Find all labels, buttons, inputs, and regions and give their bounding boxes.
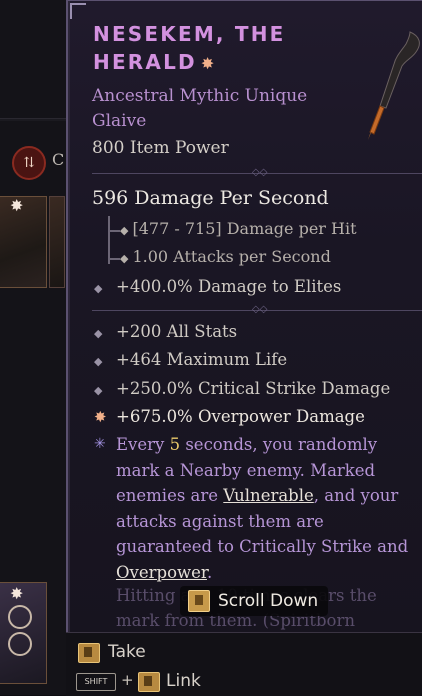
- damage-per-second: 596 Damage Per Second: [92, 187, 329, 209]
- tooltip-corner-ornament: [70, 3, 86, 19]
- keyword-overpower[interactable]: Overpower: [116, 563, 207, 582]
- item-title: Nesekem, the Herald ✸: [93, 20, 353, 78]
- mouse-key-icon: [188, 590, 210, 612]
- mythic-star-icon: ✸: [10, 584, 24, 603]
- link-key-icon: [138, 672, 160, 692]
- item-rarity: Ancestral Mythic Unique Glaive: [92, 84, 307, 134]
- unique-power-icon: ✳: [94, 436, 106, 452]
- affix-text: +250.0% Critical Strike Damage: [116, 379, 391, 398]
- weapon-swap-icon[interactable]: ⇅: [12, 146, 46, 180]
- affix-text: +200 All Stats: [116, 322, 238, 341]
- link-action[interactable]: Link: [166, 671, 201, 691]
- legendary-affix-text: +675.0% Overpower Damage: [116, 407, 365, 426]
- divider-ornament: ◇◇: [252, 304, 268, 315]
- unique-power: ✳ Every 5 seconds, you randomly mark a N…: [94, 432, 422, 585]
- affix-line: ◆ +464 Maximum Life: [94, 350, 287, 369]
- stat-tree-branch: [108, 230, 120, 232]
- ring-icon: [8, 632, 32, 656]
- unique-power-text: Every 5 seconds, you randomly mark a Nea…: [94, 432, 422, 585]
- affix-bullet-icon: ◆: [94, 327, 103, 340]
- attacks-per-second-text: 1.00 Attacks per Second: [132, 247, 331, 266]
- rarity-line: Ancestral Mythic Unique: [92, 86, 308, 106]
- scroll-down-hint[interactable]: Scroll Down: [180, 586, 329, 616]
- affix-line: ◆ +200 All Stats: [94, 322, 237, 341]
- unique-text-part: .: [206, 562, 213, 582]
- inventory-slot[interactable]: [49, 196, 65, 288]
- scroll-down-label: Scroll Down: [218, 591, 319, 611]
- affix-line: ◆ +250.0% Critical Strike Damage: [94, 379, 390, 398]
- ring-icon: [8, 605, 32, 629]
- glaive-icon: [368, 31, 420, 140]
- keyword-vulnerable[interactable]: Vulnerable: [223, 486, 313, 505]
- background-divider: [0, 118, 66, 121]
- mythic-star-icon: ✸: [10, 196, 24, 215]
- item-power: 800 Item Power: [92, 138, 229, 158]
- mythic-star-icon: ✸: [200, 54, 217, 73]
- affix-bullet-icon: ◆: [94, 355, 103, 368]
- affix-text: +464 Maximum Life: [116, 350, 288, 369]
- background-partial-text: C: [52, 150, 65, 169]
- take-key-icon: [78, 643, 100, 663]
- affix-bullet-icon: ◆: [94, 282, 103, 295]
- plus-sign: +: [121, 671, 134, 689]
- damage-per-hit-text: [477 - 715] Damage per Hit: [132, 219, 357, 238]
- take-action[interactable]: Take: [108, 642, 146, 662]
- shift-key-icon: SHIFT: [76, 673, 116, 691]
- implicit-text: +400.0% Damage to Elites: [116, 277, 342, 296]
- inventory-slot[interactable]: [0, 196, 47, 288]
- attacks-per-second: ◆ 1.00 Attacks per Second: [120, 247, 331, 266]
- stat-tree-line: [108, 216, 110, 264]
- implicit-affix: ◆ +400.0% Damage to Elites: [94, 277, 341, 296]
- affix-bullet-icon: ◆: [94, 384, 103, 397]
- legendary-affix: ✸ +675.0% Overpower Damage: [94, 407, 365, 426]
- unique-text-part: Every: [116, 435, 170, 454]
- stat-tree-branch: [108, 258, 120, 260]
- item-type: Glaive: [92, 111, 147, 131]
- damage-per-hit: ◆ [477 - 715] Damage per Hit: [120, 219, 357, 238]
- divider-ornament: ◇◇: [252, 167, 268, 178]
- legendary-star-icon: ✸: [94, 408, 107, 426]
- item-name: Nesekem, the Herald: [93, 22, 286, 74]
- unique-number: 5: [169, 435, 181, 454]
